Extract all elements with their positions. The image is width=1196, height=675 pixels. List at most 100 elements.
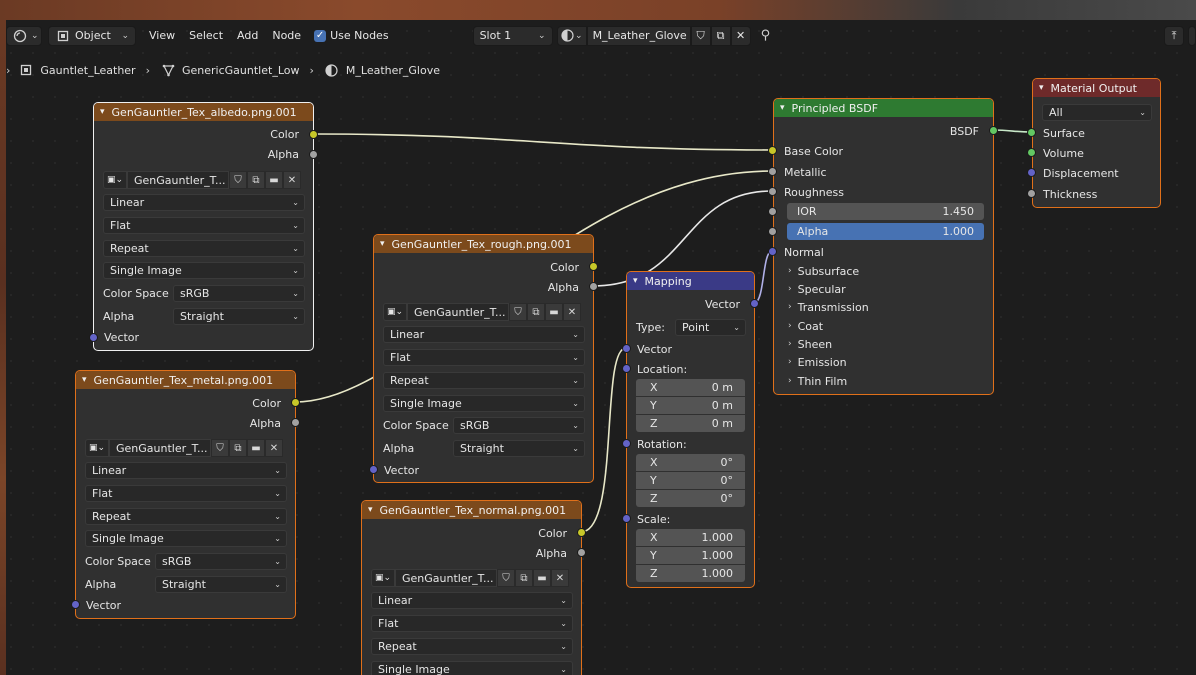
copy-icon[interactable]: ⧉ xyxy=(229,439,247,457)
source-dropdown[interactable]: Single Image ⌄ xyxy=(371,661,573,675)
copy-icon[interactable]: ⧉ xyxy=(527,303,545,321)
alpha-mode-dropdown[interactable]: Straight ⌄ xyxy=(155,576,287,593)
node-header[interactable]: ▾ GenGauntler_Tex_metal.png.001 xyxy=(76,371,295,389)
color-space-dropdown[interactable]: sRGB ⌄ xyxy=(173,285,305,302)
image-name-field[interactable]: GenGauntler_T... xyxy=(127,171,229,189)
shader-type-dropdown[interactable]: Object ⌄ xyxy=(48,25,136,46)
socket-mapping-vector-out[interactable] xyxy=(750,299,759,308)
image-selector[interactable]: ▣⌄ GenGauntler_T... ⛉ ⧉ ▬ ✕ xyxy=(371,569,569,587)
shield-icon[interactable]: ⛉ xyxy=(497,569,515,587)
ior-field[interactable]: IOR 1.450 xyxy=(787,203,984,220)
panel-specular[interactable]: › Specular xyxy=(788,281,846,297)
folder-icon[interactable]: ▬ xyxy=(265,171,283,189)
chevron-down-icon[interactable]: ▾ xyxy=(633,276,638,286)
chevron-down-icon[interactable]: ▾ xyxy=(368,505,373,515)
unlink-material-button[interactable]: ✕ xyxy=(730,25,751,46)
socket-bsdf-normal[interactable] xyxy=(768,247,777,256)
image-icon[interactable]: ▣⌄ xyxy=(371,569,395,587)
parent-node-tree-button[interactable]: ⤒ xyxy=(1164,25,1184,46)
extension-dropdown[interactable]: Repeat ⌄ xyxy=(103,240,305,257)
projection-dropdown[interactable]: Flat ⌄ xyxy=(85,485,287,502)
socket-bsdf-base-color[interactable] xyxy=(768,146,777,155)
socket-albedo-color[interactable] xyxy=(309,130,318,139)
panel-coat[interactable]: › Coat xyxy=(788,318,823,334)
socket-albedo-alpha[interactable] xyxy=(309,150,318,159)
image-icon[interactable]: ▣⌄ xyxy=(103,171,127,189)
panel-sheen[interactable]: › Sheen xyxy=(788,336,832,352)
socket-bsdf-ior[interactable] xyxy=(768,207,777,216)
projection-dropdown[interactable]: Flat ⌄ xyxy=(371,615,573,632)
copy-icon[interactable]: ⧉ xyxy=(247,171,265,189)
node-header[interactable]: ▾ GenGauntler_Tex_rough.png.001 xyxy=(374,235,593,253)
image-texture-node-albedo[interactable]: ▾ GenGauntler_Tex_albedo.png.001 Color Al… xyxy=(93,102,314,351)
socket-mapping-location[interactable] xyxy=(622,364,631,373)
image-selector[interactable]: ▣⌄ GenGauntler_T... ⛉ ⧉ ▬ ✕ xyxy=(383,303,581,321)
rotation-x-field[interactable]: X 0° xyxy=(636,454,745,471)
socket-bsdf-roughness[interactable] xyxy=(768,187,777,196)
folder-icon[interactable]: ▬ xyxy=(533,569,551,587)
source-dropdown[interactable]: Single Image ⌄ xyxy=(383,395,585,412)
panel-emission[interactable]: › Emission xyxy=(788,354,847,370)
scale-x-field[interactable]: X 1.000 xyxy=(636,529,745,546)
menu-node[interactable]: Node xyxy=(265,29,308,42)
chevron-down-icon[interactable]: ▾ xyxy=(1039,83,1044,93)
rotation-z-field[interactable]: Z 0° xyxy=(636,490,745,507)
menu-select[interactable]: Select xyxy=(182,29,230,42)
render-target-dropdown[interactable]: All ⌄ xyxy=(1042,104,1152,121)
menu-view[interactable]: View xyxy=(142,29,182,42)
socket-metal-vector[interactable] xyxy=(71,600,80,609)
menu-add[interactable]: Add xyxy=(230,29,265,42)
node-header[interactable]: ▾ Mapping xyxy=(627,272,754,290)
socket-normal-color[interactable] xyxy=(577,528,586,537)
socket-metal-color[interactable] xyxy=(291,398,300,407)
location-y-field[interactable]: Y 0 m xyxy=(636,397,745,414)
folder-icon[interactable]: ▬ xyxy=(247,439,265,457)
image-icon[interactable]: ▣⌄ xyxy=(383,303,407,321)
interpolation-dropdown[interactable]: Linear ⌄ xyxy=(371,592,573,609)
alpha-field[interactable]: Alpha 1.000 xyxy=(787,223,984,240)
color-space-dropdown[interactable]: sRGB ⌄ xyxy=(453,417,585,434)
panel-transmission[interactable]: › Transmission xyxy=(788,299,869,315)
fake-user-button[interactable]: ⛉ xyxy=(690,25,711,46)
image-icon[interactable]: ▣⌄ xyxy=(85,439,109,457)
socket-output-volume[interactable] xyxy=(1027,148,1036,157)
image-texture-node-normal[interactable]: ▾ GenGauntler_Tex_normal.png.001 Color Al… xyxy=(361,500,582,675)
image-name-field[interactable]: GenGauntler_T... xyxy=(395,569,497,587)
image-name-field[interactable]: GenGauntler_T... xyxy=(109,439,211,457)
extension-dropdown[interactable]: Repeat ⌄ xyxy=(85,508,287,525)
socket-mapping-rotation[interactable] xyxy=(622,439,631,448)
use-nodes-toggle[interactable]: ✓ Use Nodes xyxy=(314,29,389,42)
node-header[interactable]: ▾ GenGauntler_Tex_albedo.png.001 xyxy=(94,103,313,121)
socket-bsdf-out[interactable] xyxy=(989,126,998,135)
image-selector[interactable]: ▣⌄ GenGauntler_T... ⛉ ⧉ ▬ ✕ xyxy=(103,171,301,189)
close-icon[interactable]: ✕ xyxy=(265,439,283,457)
extension-dropdown[interactable]: Repeat ⌄ xyxy=(383,372,585,389)
close-icon[interactable]: ✕ xyxy=(551,569,569,587)
chevron-down-icon[interactable]: ▾ xyxy=(780,103,785,113)
socket-mapping-vector-in[interactable] xyxy=(622,344,631,353)
sidebar-toggle[interactable] xyxy=(1188,25,1196,46)
shield-icon[interactable]: ⛉ xyxy=(229,171,247,189)
slot-dropdown[interactable]: Slot 1 ⌄ xyxy=(472,25,553,46)
duplicate-material-button[interactable]: ⧉ xyxy=(710,25,731,46)
socket-mapping-scale[interactable] xyxy=(622,514,631,523)
close-icon[interactable]: ✕ xyxy=(563,303,581,321)
folder-icon[interactable]: ▬ xyxy=(545,303,563,321)
shield-icon[interactable]: ⛉ xyxy=(509,303,527,321)
color-space-dropdown[interactable]: sRGB ⌄ xyxy=(155,553,287,570)
pin-icon[interactable]: ⚲ xyxy=(761,28,771,43)
socket-output-thickness[interactable] xyxy=(1027,189,1036,198)
material-output-node[interactable]: ▾ Material Output All ⌄ Surface Volume Dis… xyxy=(1032,78,1161,208)
image-selector[interactable]: ▣⌄ GenGauntler_T... ⛉ ⧉ ▬ ✕ xyxy=(85,439,283,457)
chevron-down-icon[interactable]: ▾ xyxy=(100,107,105,117)
close-icon[interactable]: ✕ xyxy=(283,171,301,189)
socket-albedo-vector[interactable] xyxy=(89,333,98,342)
principled-bsdf-node[interactable]: ▾ Principled BSDF BSDF Base Color Metalli… xyxy=(773,98,994,395)
socket-bsdf-metallic[interactable] xyxy=(768,167,777,176)
node-header[interactable]: ▾ Principled BSDF xyxy=(774,99,993,117)
scale-y-field[interactable]: Y 1.000 xyxy=(636,547,745,564)
editor-type-button[interactable]: ⌄ xyxy=(6,25,42,46)
image-texture-node-metal[interactable]: ▾ GenGauntler_Tex_metal.png.001 Color Alp… xyxy=(75,370,296,619)
socket-output-surface[interactable] xyxy=(1027,128,1036,137)
interpolation-dropdown[interactable]: Linear ⌄ xyxy=(85,462,287,479)
